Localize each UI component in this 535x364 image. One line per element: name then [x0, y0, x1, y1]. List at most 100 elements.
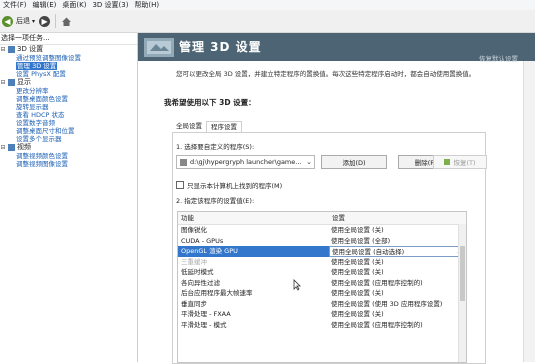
table-row[interactable]: 各向异性过滤 使用全局设置 (应用程序控制的): [178, 278, 466, 289]
table-scroll-thumb[interactable]: [460, 246, 465, 301]
menu-help[interactable]: 帮助(H): [131, 0, 162, 10]
nav-item-desktop-color[interactable]: 调整桌面颜色设置: [0, 95, 137, 103]
table-row[interactable]: 低延时模式 使用全局设置 (关): [178, 267, 466, 278]
nav-item-desktop-size[interactable]: 调整桌面尺寸和位置: [0, 127, 137, 135]
nav-item-video-image[interactable]: 调整视频图像设置: [0, 160, 137, 168]
category-icon: [8, 79, 15, 86]
category-label: 视频: [17, 143, 31, 151]
table-row[interactable]: OpenGL 渲染 GPU使用全局设置 (自动选择)⌄: [178, 246, 466, 257]
home-button[interactable]: [59, 13, 74, 29]
nav-item-manage-3d[interactable]: 管理 3D 设置: [0, 62, 137, 70]
category-label: 3D 设置: [17, 45, 44, 53]
app-icon: [180, 158, 187, 166]
show-found-programs-option[interactable]: 只显示本计算机上找到的程序(M): [176, 180, 282, 190]
header-banner: 管理 3D 设置 恢复默认设置: [138, 33, 535, 63]
column-header-feature: 功能: [181, 214, 194, 222]
page-title: 管理 3D 设置: [179, 40, 262, 54]
setting-cell: 使用全局设置 (关): [329, 309, 466, 320]
menu-bar: 文件(F) 编辑(E) 桌面(K) 3D 设置(3) 帮助(H): [0, 0, 535, 10]
task-pane-title: 选择一项任务...: [0, 33, 137, 45]
nav-item-hdcp[interactable]: 查看 HDCP 状态: [0, 111, 137, 119]
table-scrollbar[interactable]: [458, 224, 466, 362]
table-row[interactable]: 三重缓冲 使用全局设置 (关): [178, 257, 466, 268]
table-row[interactable]: CUDA - GPUs 使用全局设置 (全部): [178, 236, 466, 247]
setting-value: 使用全局设置 (关): [331, 257, 384, 266]
main-content: 管理 3D 设置 恢复默认设置 您可以更改全局 3D 设置，并建立特定程序的置换…: [138, 33, 535, 364]
feature-cell: OpenGL 渲染 GPU: [178, 246, 329, 257]
program-settings-panel: 1. 选择要自定义的程序(S): d:\gj\hypergryph launch…: [172, 132, 487, 364]
add-button[interactable]: 添加(D): [321, 155, 387, 169]
restore-button-label: 恢复(T): [453, 159, 476, 167]
menu-3d-settings[interactable]: 3D 设置(3): [89, 0, 131, 10]
table-row[interactable]: 垂直同步 使用全局设置 (使用 3D 应用程序设置): [178, 299, 466, 310]
category-icon: [8, 46, 15, 53]
setting-cell: 使用全局设置 (全部): [329, 236, 466, 247]
nav-item-audio[interactable]: 设置数字音频: [0, 119, 137, 127]
setting-value: 使用全局设置 (关): [331, 289, 384, 297]
feature-cell: 三重缓冲: [181, 257, 207, 266]
main-scrollbar[interactable]: [523, 61, 535, 362]
table-row[interactable]: 图像锐化 使用全局设置 (关): [178, 225, 466, 236]
page-description: 您可以更改全局 3D 设置，并建立特定程序的置换值。每次这些特定程序启动时，都会…: [176, 70, 476, 78]
chevron-down-icon: ⌄: [306, 158, 312, 166]
show-found-programs-checkbox[interactable]: [176, 181, 184, 189]
program-select[interactable]: d:\gj\hypergryph launcher\game... ⌄: [176, 155, 315, 169]
category-display[interactable]: ⊟ 显示: [0, 78, 137, 87]
menu-edit[interactable]: 编辑(E): [30, 0, 60, 10]
task-tree: ⊟ 3D 设置 通过预览调整图像设置 管理 3D 设置 设置 PhysX 配置 …: [0, 45, 137, 168]
menu-desktop[interactable]: 桌面(K): [59, 0, 89, 10]
collapse-icon[interactable]: ⊟: [0, 78, 6, 87]
nav-item-label: 管理 3D 设置: [16, 62, 58, 70]
back-button[interactable]: ◀ 后退 ▾: [0, 13, 37, 29]
3d-settings-icon: [144, 38, 174, 57]
category-3d-settings[interactable]: ⊟ 3D 设置: [0, 45, 137, 54]
setting-value: 使用全局设置 (应用程序控制的): [331, 278, 423, 287]
menu-file[interactable]: 文件(F): [0, 0, 30, 10]
feature-cell: 垂直同步: [181, 299, 207, 308]
table-row[interactable]: 后台应用程序最大帧速率 使用全局设置 (关): [178, 288, 466, 299]
setting-value: 使用全局设置 (关): [331, 268, 384, 276]
nav-item-resolution[interactable]: 更改分辨率: [0, 87, 137, 95]
setting-value: 使用全局设置 (全部): [331, 236, 391, 245]
collapse-icon[interactable]: ⊟: [0, 143, 6, 152]
table-body: 图像锐化 使用全局设置 (关) CUDA - GPUs 使用全局设置 (全部) Open…: [178, 225, 466, 330]
feature-cell: 图像锐化: [181, 226, 207, 234]
forward-icon: ▶: [39, 15, 51, 27]
table-row[interactable]: 平滑处理 - FXAA 使用全局设置 (关): [178, 309, 466, 320]
collapse-icon[interactable]: ⊟: [0, 45, 6, 54]
setting-value: 使用全局设置 (关): [331, 226, 384, 234]
category-video[interactable]: ⊟ 视频: [0, 143, 137, 152]
toolbar-divider: [55, 14, 57, 28]
mouse-cursor-icon: [293, 279, 301, 291]
table-row[interactable]: 平滑处理 - 模式 使用全局设置 (应用程序控制的): [178, 320, 466, 331]
restore-defaults-link[interactable]: 恢复默认设置: [479, 53, 518, 63]
feature-cell: 平滑处理 - 模式: [181, 320, 227, 329]
setting-cell: 使用全局设置 (关): [329, 257, 466, 268]
nav-item-video-color[interactable]: 调整视频颜色设置: [0, 152, 137, 160]
setting-cell: 使用全局设置 (关): [329, 225, 466, 236]
setting-select[interactable]: 使用全局设置 (自动选择)⌄: [329, 246, 466, 257]
setting-value: 使用全局设置 (应用程序控制的): [331, 320, 423, 329]
restore-button[interactable]: 恢复(T): [433, 155, 487, 169]
step1-label: 1. 选择要自定义的程序(S):: [176, 143, 255, 151]
setting-cell: 使用全局设置 (关): [329, 267, 466, 278]
forward-button[interactable]: ▶: [37, 13, 52, 29]
feature-cell: 各向异性过滤: [181, 278, 220, 287]
column-header-setting: 设置: [332, 214, 345, 222]
section-heading: 我希望使用以下 3D 设置：: [164, 98, 256, 107]
nav-item-rotate[interactable]: 旋转显示器: [0, 103, 137, 111]
home-icon: [61, 16, 72, 27]
setting-cell: 使用全局设置 (应用程序控制的): [329, 278, 466, 289]
feature-cell: 后台应用程序最大帧速率: [181, 289, 253, 297]
category-icon: [8, 144, 15, 151]
feature-cell: 低延时模式: [181, 268, 214, 276]
tab-global-settings[interactable]: 全局设置: [172, 121, 206, 132]
feature-cell: 平滑处理 - FXAA: [181, 310, 231, 318]
table-header: 功能 设置: [178, 212, 466, 225]
nav-item-preview[interactable]: 通过预览调整图像设置: [0, 54, 137, 62]
nav-item-physx[interactable]: 设置 PhysX 配置: [0, 70, 137, 78]
back-dropdown-icon[interactable]: ▾: [32, 18, 35, 25]
nav-item-multi-display[interactable]: 设置多个显示器: [0, 135, 137, 143]
setting-value: 使用全局设置 (使用 3D 应用程序设置): [331, 299, 443, 308]
program-select-value: d:\gj\hypergryph launcher\game...: [190, 158, 302, 166]
